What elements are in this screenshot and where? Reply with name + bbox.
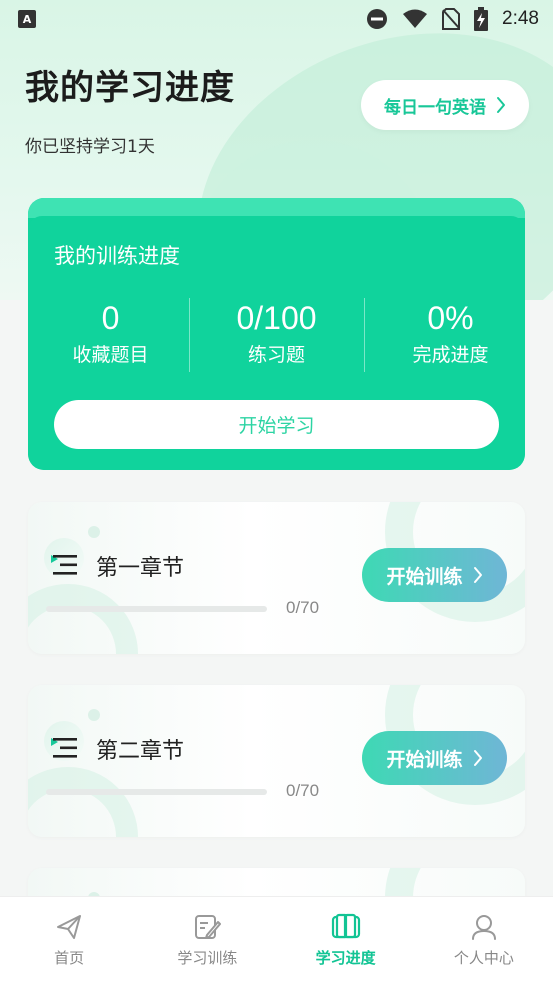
clock: 2:48 [502,8,539,29]
daily-english-label: 每日一句英语 [384,97,486,118]
do-not-disturb-icon [367,9,388,29]
daily-english-button[interactable]: 每日一句英语 [361,80,529,130]
stat-label: 收藏题目 [72,344,149,366]
stat-favorites[interactable]: 0 收藏题目 [28,298,193,367]
bottom-navigation: 首页 学习训练 学习进度 个人中心 [0,896,553,983]
chapter-title: 第一章节 [96,556,185,581]
card-title: 我的训练进度 [54,244,180,268]
stat-value: 0/100 [236,300,317,336]
chapter-count: 0/70 [286,781,320,800]
decor-ring [28,767,138,837]
chevron-right-icon [497,97,505,113]
nav-training[interactable]: 学习训练 [138,897,276,983]
no-sim-icon [442,8,461,30]
paper-plane-icon [57,915,82,939]
book-icon [331,913,360,939]
stat-divider [189,298,190,372]
start-training-button[interactable]: 开始训练 [362,548,507,602]
nav-label: 学习进度 [315,949,376,967]
stat-value: 0 [101,300,120,336]
start-training-label: 开始训练 [386,565,463,588]
nav-label: 学习训练 [177,949,238,967]
stat-label: 完成进度 [412,344,489,366]
start-training-label: 开始训练 [386,748,463,771]
page-title: 我的学习进度 [25,68,235,108]
chapter-progress-bar [46,606,267,612]
decor-ring [28,584,138,654]
edit-note-icon [195,915,222,939]
list-play-icon [51,738,77,758]
training-progress-card: 我的训练进度 0 收藏题目 0/100 练习题 0% 完成进度 开始学习 [28,198,525,470]
wifi-icon [403,9,428,28]
chapter-card[interactable]: 第一章节 0/70 开始训练 [28,502,525,654]
chapter-card[interactable]: 第二章节 0/70 开始训练 [28,685,525,837]
app-notification-icon: A [18,10,36,28]
start-training-button[interactable]: 开始训练 [362,731,507,785]
chapter-title: 第二章节 [96,739,185,764]
nav-label: 个人中心 [453,949,514,967]
nav-progress[interactable]: 学习进度 [277,897,415,983]
nav-label: 首页 [54,949,85,967]
chevron-right-icon [473,750,482,766]
nav-home[interactable]: 首页 [0,897,138,983]
decor-dot [88,709,100,721]
chevron-right-icon [473,567,482,583]
list-play-icon [51,555,77,575]
card-top-strip [28,198,525,218]
status-bar: A 2:48 [0,0,553,38]
stat-exercises: 0/100 练习题 [194,298,359,367]
battery-charging-icon [474,7,489,31]
stat-completion: 0% 完成进度 [368,298,525,367]
chapter-count: 0/70 [286,598,320,617]
person-icon [471,915,496,940]
stat-value: 0% [427,300,474,336]
stat-divider [364,298,365,372]
streak-text: 你已坚持学习1天 [25,137,155,157]
chapter-progress-bar [46,789,267,795]
nav-profile[interactable]: 个人中心 [415,897,553,983]
start-learning-button[interactable]: 开始学习 [54,400,499,449]
stat-label: 练习题 [247,344,305,366]
decor-dot [88,526,100,538]
